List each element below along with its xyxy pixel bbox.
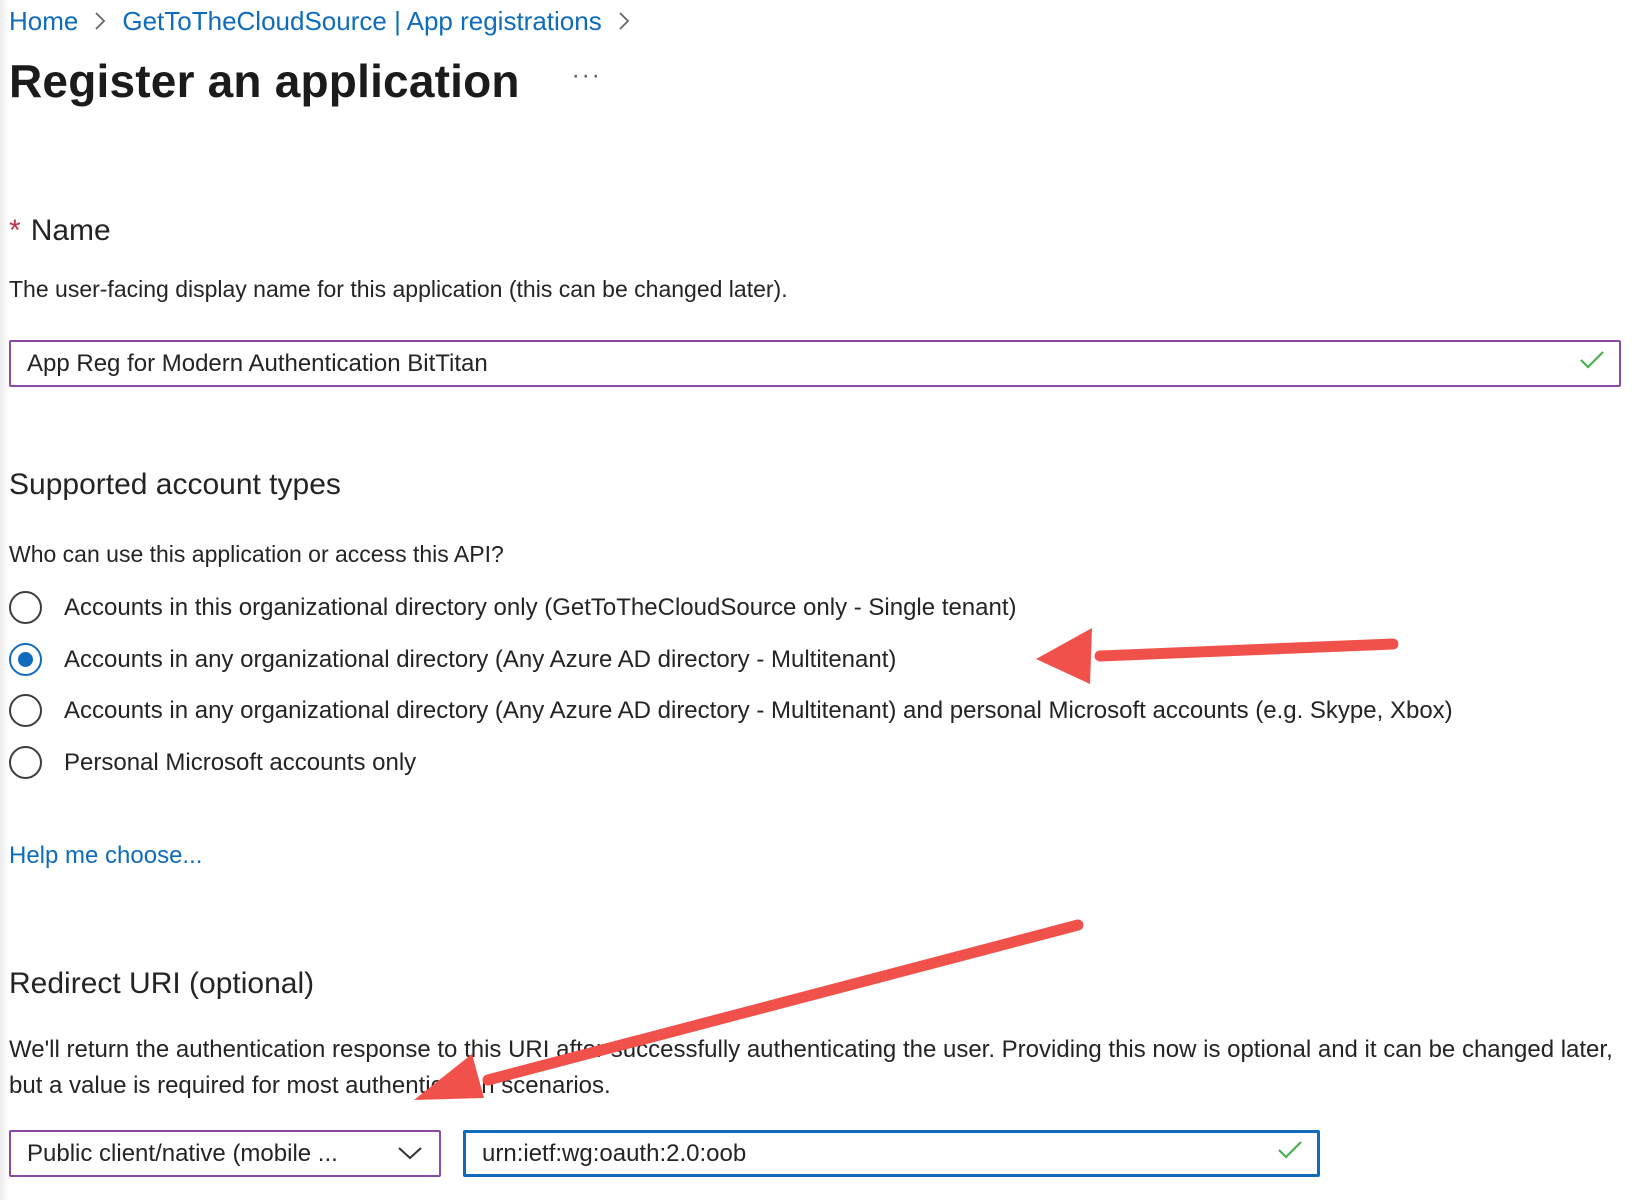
- help-me-choose-link[interactable]: Help me choose...: [9, 842, 202, 870]
- chevron-right-icon: [94, 11, 106, 31]
- radio-button-checked[interactable]: [9, 643, 42, 676]
- name-label: * Name: [9, 214, 111, 248]
- required-marker: *: [9, 214, 21, 247]
- radio-button-unchecked[interactable]: [9, 746, 42, 779]
- page-title: Register an application: [9, 55, 520, 107]
- radio-label: Accounts in this organizational director…: [64, 593, 1017, 621]
- left-edge-shadow: [0, 0, 8, 1200]
- more-options-button[interactable]: ···: [572, 64, 602, 98]
- account-types-title: Supported account types: [9, 468, 341, 501]
- register-app-page: Home GetToTheCloudSource | App registrat…: [0, 0, 1640, 1200]
- radio-personal-only[interactable]: Personal Microsoft accounts only: [9, 746, 416, 779]
- name-label-text: Name: [30, 214, 111, 247]
- radio-label: Accounts in any organizational directory…: [64, 645, 897, 673]
- redirect-uri-title: Redirect URI (optional): [9, 967, 315, 1000]
- radio-label: Accounts in any organizational directory…: [64, 696, 1453, 724]
- platform-select[interactable]: Public client/native (mobile ...: [9, 1130, 441, 1177]
- radio-label: Personal Microsoft accounts only: [64, 748, 417, 776]
- breadcrumb: Home GetToTheCloudSource | App registrat…: [9, 4, 646, 38]
- app-name-input[interactable]: App Reg for Modern Authentication BitTit…: [9, 340, 1621, 387]
- radio-multitenant-personal[interactable]: Accounts in any organizational directory…: [9, 694, 1453, 727]
- radio-button-unchecked[interactable]: [9, 694, 42, 727]
- checkmark-icon: [1277, 1139, 1303, 1168]
- app-name-value: App Reg for Modern Authentication BitTit…: [27, 349, 488, 377]
- redirect-uri-input[interactable]: urn:ietf:wg:oauth:2.0:oob: [463, 1130, 1320, 1177]
- title-row: Register an application ···: [9, 54, 602, 108]
- chevron-right-icon: [618, 11, 630, 31]
- account-types-question: Who can use this application or access t…: [9, 541, 504, 567]
- name-description: The user-facing display name for this ap…: [9, 276, 788, 302]
- breadcrumb-app-registrations[interactable]: GetToTheCloudSource | App registrations: [122, 6, 601, 37]
- redirect-uri-value: urn:ietf:wg:oauth:2.0:oob: [482, 1139, 747, 1167]
- redirect-uri-description: We'll return the authentication response…: [9, 1036, 1613, 1099]
- breadcrumb-home[interactable]: Home: [9, 6, 78, 37]
- platform-select-value: Public client/native (mobile ...: [27, 1139, 338, 1167]
- radio-button-unchecked[interactable]: [9, 591, 42, 624]
- annotation-arrow: [1036, 628, 1399, 684]
- radio-dot: [18, 652, 33, 667]
- radio-multitenant[interactable]: Accounts in any organizational directory…: [9, 643, 896, 676]
- checkmark-icon: [1579, 349, 1605, 378]
- chevron-down-icon: [397, 1140, 423, 1168]
- radio-single-tenant[interactable]: Accounts in this organizational director…: [9, 591, 1017, 624]
